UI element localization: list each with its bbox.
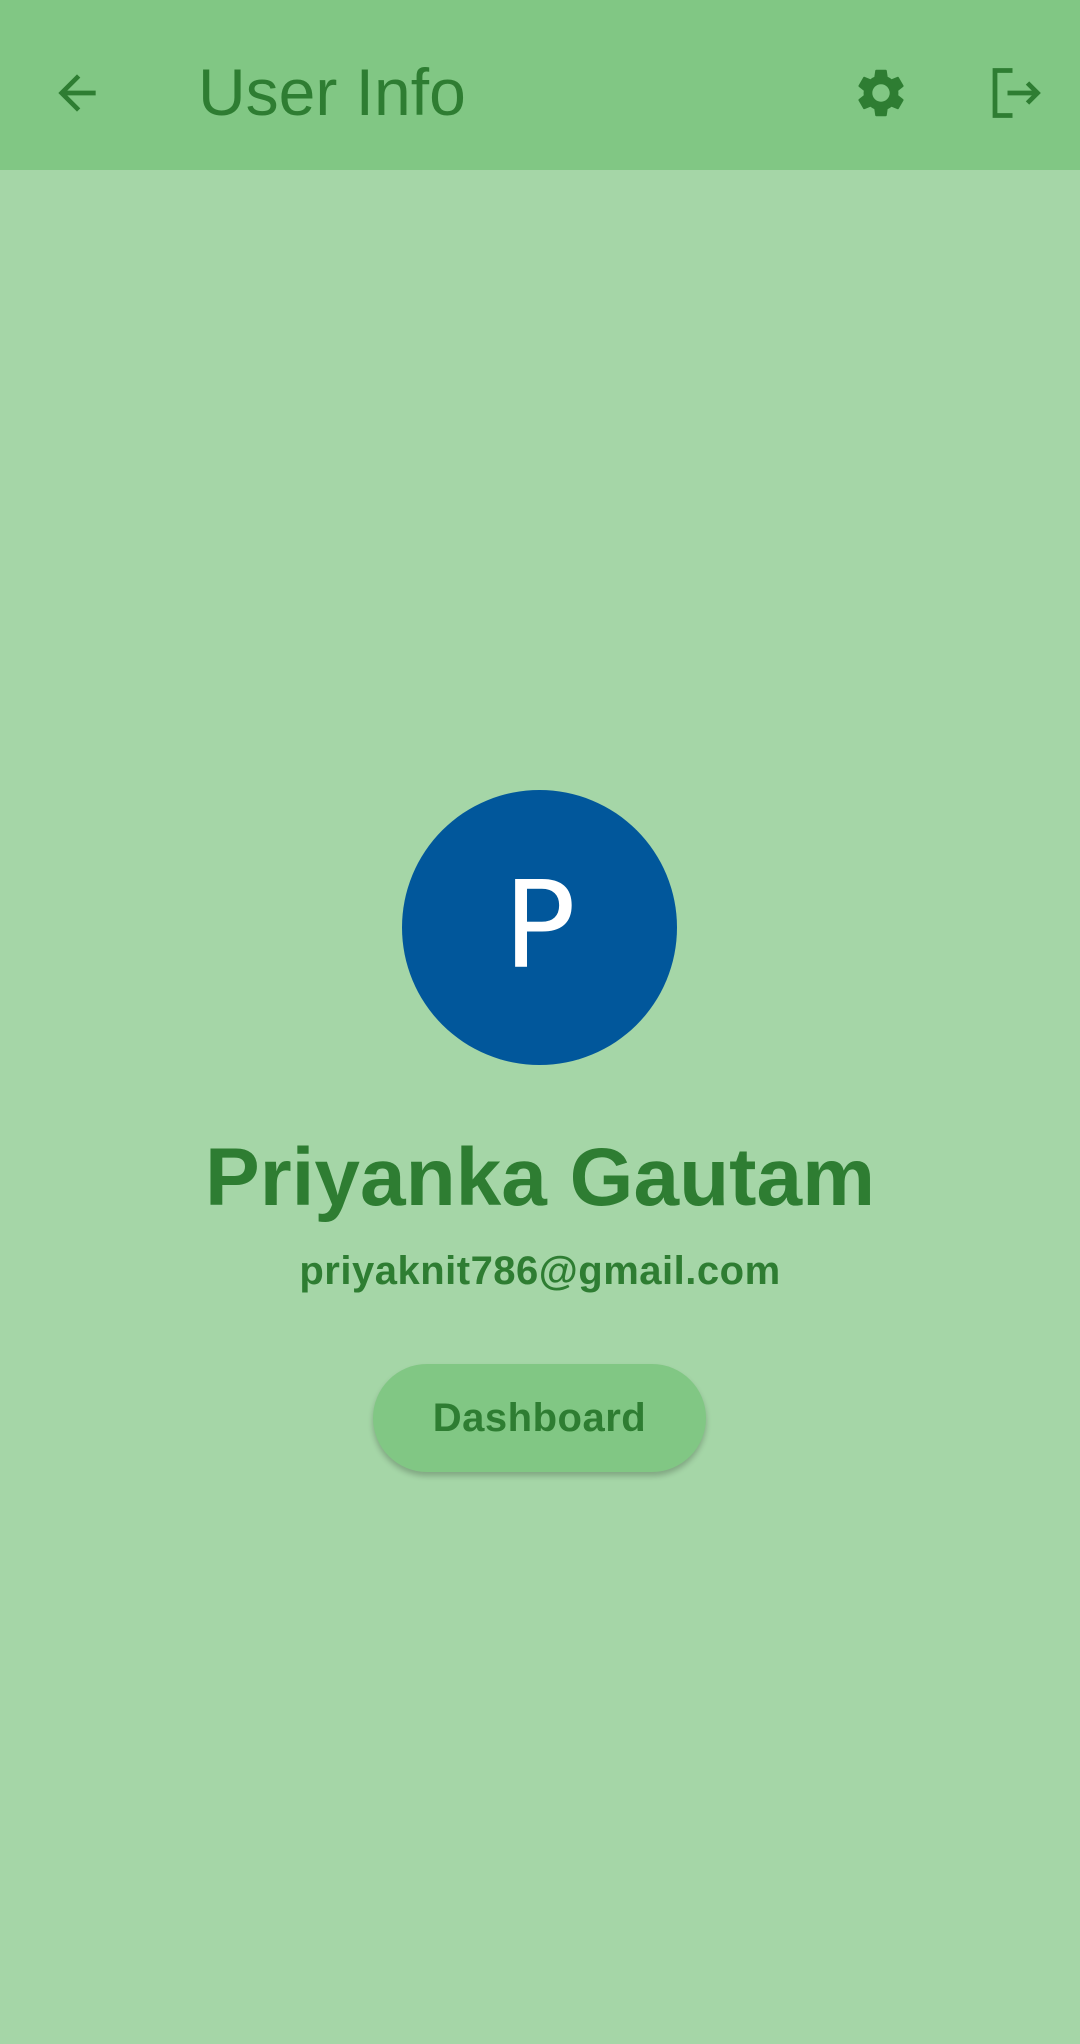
logout-button[interactable] — [980, 62, 1050, 124]
app-bar: User Info — [0, 0, 1080, 170]
logout-icon — [992, 68, 1041, 118]
back-button[interactable] — [42, 62, 112, 124]
user-name: Priyanka Gautam — [205, 1132, 875, 1223]
dashboard-button[interactable]: Dashboard — [373, 1364, 706, 1472]
avatar[interactable]: P — [402, 790, 677, 1065]
gear-icon — [858, 69, 904, 117]
settings-button[interactable] — [850, 62, 912, 124]
page-title: User Info — [198, 55, 466, 129]
user-email: priyaknit786@gmail.com — [299, 1249, 781, 1293]
avatar-initial: P — [503, 856, 576, 996]
arrow-left-icon — [58, 74, 96, 112]
